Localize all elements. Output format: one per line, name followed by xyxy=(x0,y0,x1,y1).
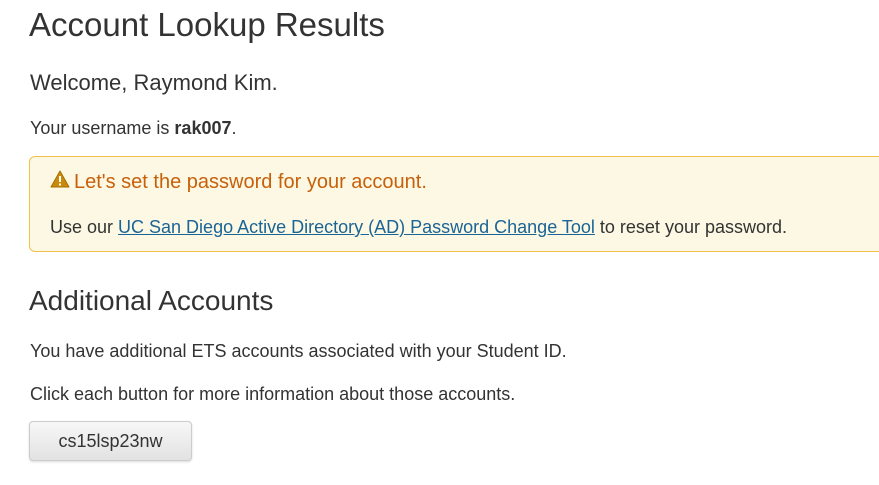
alert-heading-text: Let's set the password for your account. xyxy=(74,171,427,193)
alert-body-prefix: Use our xyxy=(50,217,119,237)
password-change-tool-link[interactable]: UC San Diego Active Directory (AD) Passw… xyxy=(118,217,595,237)
warning-icon xyxy=(50,169,70,195)
username-prefix: Your username is xyxy=(30,118,175,138)
page: Account Lookup Results Welcome, Raymond … xyxy=(0,0,879,485)
welcome-message: Welcome, Raymond Kim. xyxy=(30,70,278,95)
additional-accounts-title: Additional Accounts xyxy=(29,285,274,316)
username-line: Your username is rak007. xyxy=(30,118,237,139)
alert-body: Use our UC San Diego Active Directory (A… xyxy=(50,217,787,238)
account-button-cs15lsp23nw[interactable]: cs15lsp23nw xyxy=(29,421,192,461)
additional-accounts-instruction: Click each button for more information a… xyxy=(30,384,516,404)
alert-heading: Let's set the password for your account. xyxy=(50,169,427,195)
additional-accounts-description: You have additional ETS accounts associa… xyxy=(30,341,567,361)
password-alert: Let's set the password for your account.… xyxy=(29,156,879,252)
username-value: rak007 xyxy=(174,118,232,138)
username-suffix: . xyxy=(231,118,237,138)
alert-body-suffix: to reset your password. xyxy=(594,217,787,237)
page-title: Account Lookup Results xyxy=(29,6,385,43)
